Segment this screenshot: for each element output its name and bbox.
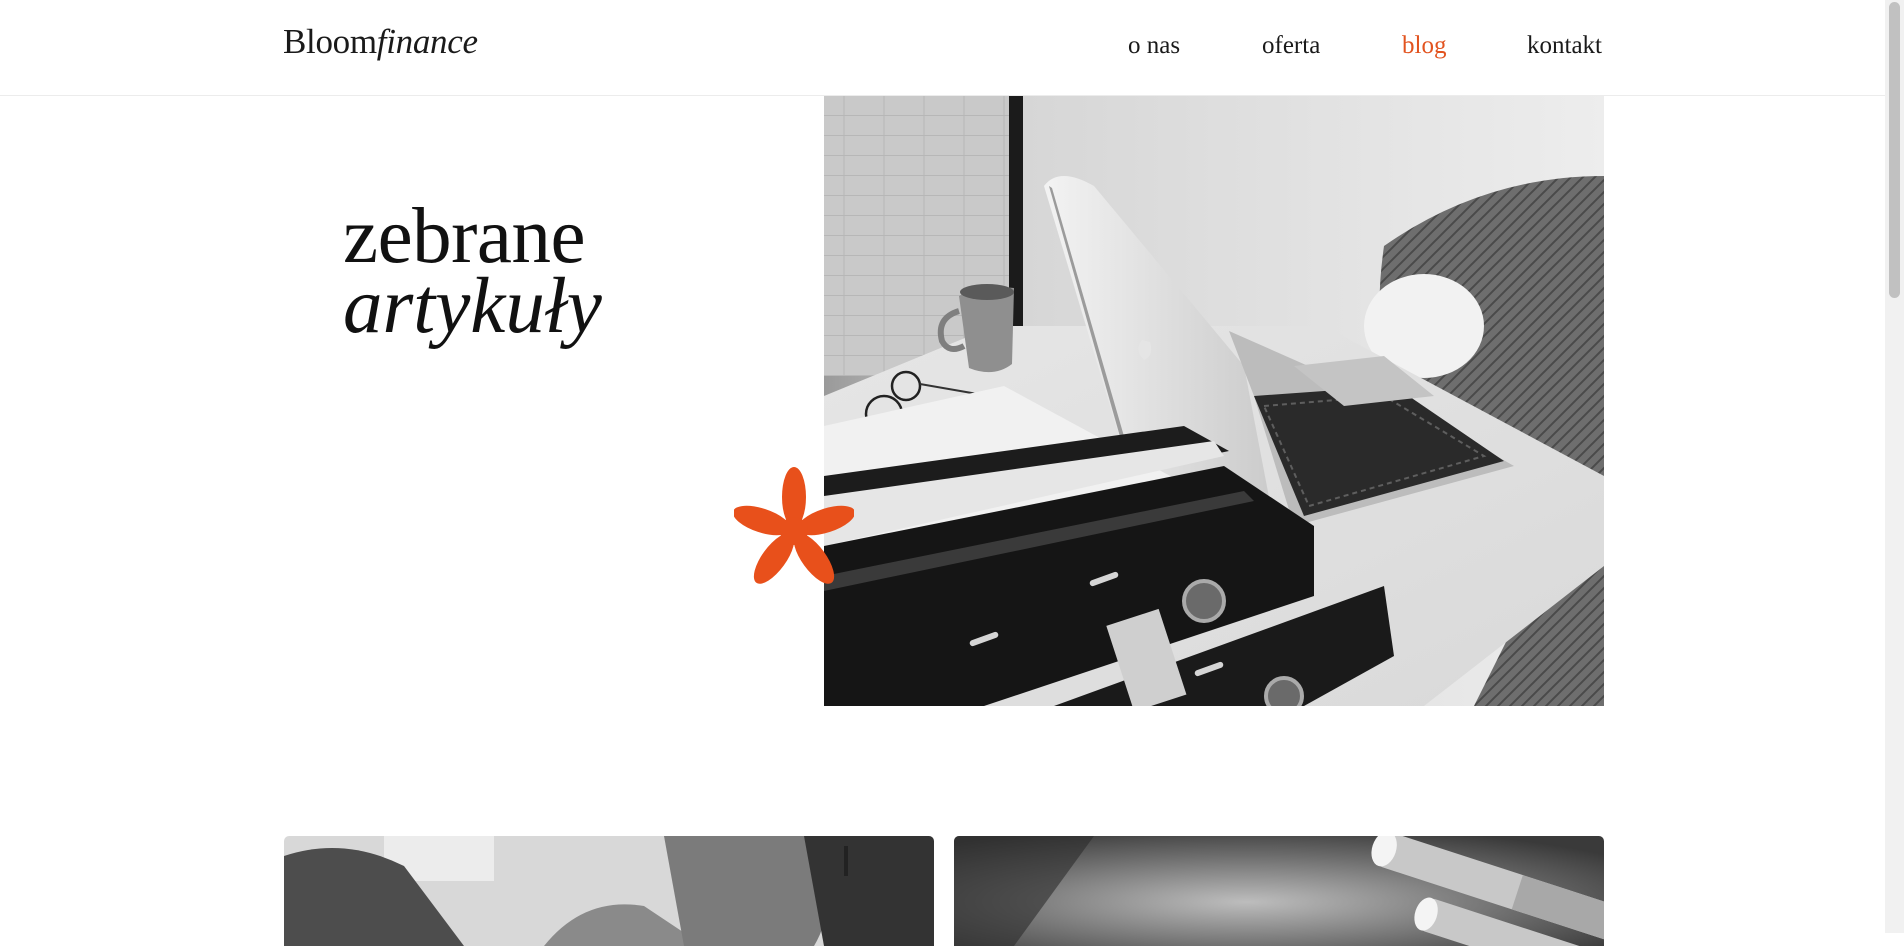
site-header: Bloomfinance o nas oferta blog kontakt [0, 0, 1885, 96]
brand-name-regular: Bloom [283, 22, 377, 61]
hero-image [824, 96, 1604, 706]
article-card[interactable] [284, 836, 934, 946]
nav-link-oferta[interactable]: oferta [1262, 32, 1320, 60]
article-card[interactable] [954, 836, 1604, 946]
page-title: zebrane artykuły [343, 193, 602, 350]
nav-link-blog[interactable]: blog [1402, 32, 1446, 60]
scrollbar-thumb[interactable] [1889, 2, 1900, 298]
nav-link-o-nas[interactable]: o nas [1128, 32, 1180, 60]
asterisk-icon [732, 466, 856, 596]
brand-logo[interactable]: Bloomfinance [283, 22, 478, 62]
page-title-line-2: artykuły [343, 263, 602, 350]
page-title-line-1: zebrane [343, 193, 586, 280]
nav-link-kontakt[interactable]: kontakt [1527, 32, 1602, 60]
article-card-image [954, 836, 1604, 946]
article-card-image [284, 836, 934, 946]
page-scrollbar[interactable] [1885, 0, 1904, 933]
brand-name-italic: finance [376, 22, 478, 61]
